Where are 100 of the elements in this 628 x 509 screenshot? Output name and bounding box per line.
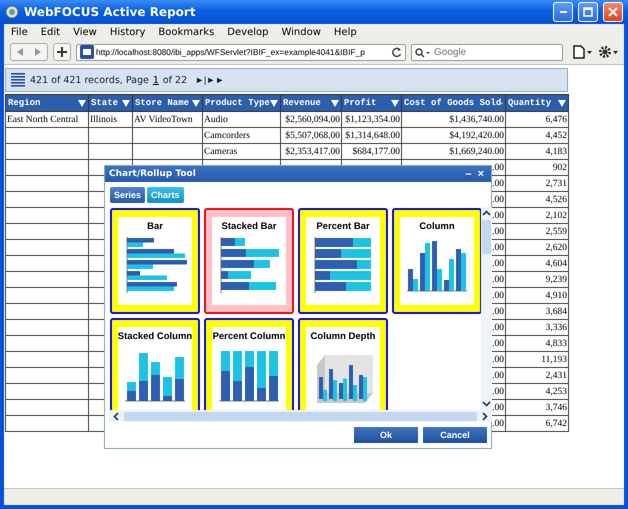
chevron-down-icon[interactable] xyxy=(482,399,491,408)
maximize-button[interactable] xyxy=(578,2,598,22)
window-title: WebFOCUS Active Report xyxy=(24,5,196,19)
menu-item[interactable]: Bookmarks xyxy=(158,26,214,38)
table-cell: 3,336 xyxy=(506,320,568,336)
chart-type-label: Column xyxy=(419,221,455,232)
chevron-right-icon[interactable] xyxy=(480,412,489,420)
table-cell: $4,192,420.00 xyxy=(402,128,506,144)
table-cell: 6,476 xyxy=(506,112,568,128)
table-cell: AV VideoTown xyxy=(132,112,202,128)
vertical-scrollbar[interactable] xyxy=(481,207,492,410)
table-cell: 3,746 xyxy=(506,400,568,416)
back-forward-button[interactable] xyxy=(10,43,48,61)
chart-type-label: Stacked Column xyxy=(118,331,192,342)
table-cell: $2,353,417.00 xyxy=(280,144,342,160)
column-header[interactable]: Region xyxy=(6,94,88,112)
close-button[interactable] xyxy=(603,2,623,22)
page-menu-button[interactable] xyxy=(573,45,593,59)
column-header[interactable]: Product Type xyxy=(202,94,280,112)
address-field[interactable]: http://localhost:8080/ibi_apps/WFServlet?IBIF_ex=example4041&IBIF_p xyxy=(76,44,406,60)
menu-item[interactable]: Window xyxy=(281,26,321,38)
chart-type-label: Stacked Bar xyxy=(222,221,276,232)
table-cell: Audio xyxy=(202,112,280,128)
dropdown-arrow-icon[interactable] xyxy=(270,100,278,106)
page-navigation-button[interactable]: ►|►► xyxy=(191,75,224,85)
record-count: 421 of 421 records, Page xyxy=(30,74,149,86)
dialog-title: Chart/Rollup Tool xyxy=(109,169,196,179)
chart-type-tile[interactable]: Column xyxy=(392,208,481,314)
table-cell: $684,177.00 xyxy=(342,144,402,160)
chart-type-tile[interactable]: Stacked Bar xyxy=(204,208,294,314)
menu-item[interactable]: History xyxy=(110,26,146,38)
dialog-button[interactable]: Ok xyxy=(354,427,418,443)
table-cell: 9,239 xyxy=(506,272,568,288)
table-cell: 2,731 xyxy=(506,176,568,192)
page-icon xyxy=(573,45,593,59)
table-cell: 4,183 xyxy=(506,144,568,160)
table-cell: 902 xyxy=(506,160,568,176)
chevron-up-icon[interactable] xyxy=(482,209,491,218)
table-cell: 4,604 xyxy=(506,256,568,272)
table-cell: 11,193 xyxy=(506,352,568,368)
chart-type-tile[interactable]: Column Depth xyxy=(298,318,388,410)
chart-type-tile[interactable]: Percent Column xyxy=(204,318,294,410)
chart-type-label: Percent Bar xyxy=(316,221,370,232)
dropdown-arrow-icon[interactable] xyxy=(558,100,566,106)
table-cell: $1,669,240.00 xyxy=(402,144,506,160)
chart-type-tile[interactable]: Stacked Column xyxy=(110,318,200,410)
minimize-button[interactable] xyxy=(553,2,573,22)
column-header[interactable]: Profit xyxy=(342,94,402,112)
dropdown-arrow-icon[interactable] xyxy=(331,100,339,106)
menu-item[interactable]: Develop xyxy=(227,26,268,38)
page-number-field[interactable]: 1 xyxy=(152,74,159,86)
gear-icon xyxy=(598,45,620,59)
tab[interactable]: Series xyxy=(110,187,146,203)
horizontal-scrollbar[interactable] xyxy=(109,410,492,422)
plus-icon xyxy=(57,47,67,57)
menu-icon[interactable] xyxy=(10,72,26,88)
chart-type-tile[interactable]: Bar xyxy=(110,208,200,314)
table-cell: 4,833 xyxy=(506,336,568,352)
dropdown-arrow-icon[interactable] xyxy=(78,100,86,106)
chart-type-label: Bar xyxy=(147,221,163,232)
dropdown-arrow-icon[interactable] xyxy=(122,100,130,106)
column-header[interactable]: Store Name xyxy=(132,94,202,112)
column-header[interactable]: Cost of Goods Sold xyxy=(402,94,506,112)
search-icon xyxy=(415,48,431,58)
chevron-left-icon[interactable] xyxy=(112,412,121,420)
table-cell: East North Central xyxy=(6,112,88,128)
table-cell: 2,620 xyxy=(506,240,568,256)
menu-item[interactable]: Edit xyxy=(40,26,60,38)
dropdown-arrow-icon[interactable] xyxy=(192,100,200,106)
new-tab-button[interactable] xyxy=(53,43,71,61)
table-cell: 2,431 xyxy=(506,368,568,384)
table-cell: $1,436,740.00 xyxy=(402,112,506,128)
table-cell: Illinois xyxy=(88,112,132,128)
dropdown-arrow-icon[interactable] xyxy=(391,100,399,106)
tools-menu-button[interactable] xyxy=(598,45,620,59)
search-field[interactable]: Google xyxy=(411,44,563,60)
reload-icon xyxy=(392,47,402,57)
table-cell: $5,507,068.00 xyxy=(280,128,342,144)
column-header[interactable]: Quantity xyxy=(506,94,568,112)
menu-item[interactable]: Help xyxy=(334,26,357,38)
scrollbar-thumb[interactable] xyxy=(482,220,491,254)
scrollbar-thumb[interactable] xyxy=(124,412,477,420)
globe-icon xyxy=(5,5,19,19)
menu-item[interactable]: View xyxy=(73,26,97,38)
chart-type-tile[interactable]: Percent Bar xyxy=(298,208,388,314)
column-header[interactable]: State xyxy=(88,94,132,112)
table-cell: Camcorders xyxy=(202,128,280,144)
maximize-icon xyxy=(583,7,593,17)
close-icon xyxy=(608,7,618,17)
menu-item[interactable]: File xyxy=(11,26,28,38)
table-cell: 3,684 xyxy=(506,304,568,320)
chart-type-label: Percent Column xyxy=(212,331,286,342)
table-cell: 2,559 xyxy=(506,224,568,240)
table-cell: 2,102 xyxy=(506,208,568,224)
dialog-button[interactable]: Cancel xyxy=(423,427,487,443)
page-total: of 22 xyxy=(162,74,188,86)
minimize-icon xyxy=(560,11,566,13)
table-cell: 6,742 xyxy=(506,416,568,432)
table-cell: $1,123,354.00 xyxy=(342,112,402,128)
column-header[interactable]: Revenue xyxy=(280,94,342,112)
